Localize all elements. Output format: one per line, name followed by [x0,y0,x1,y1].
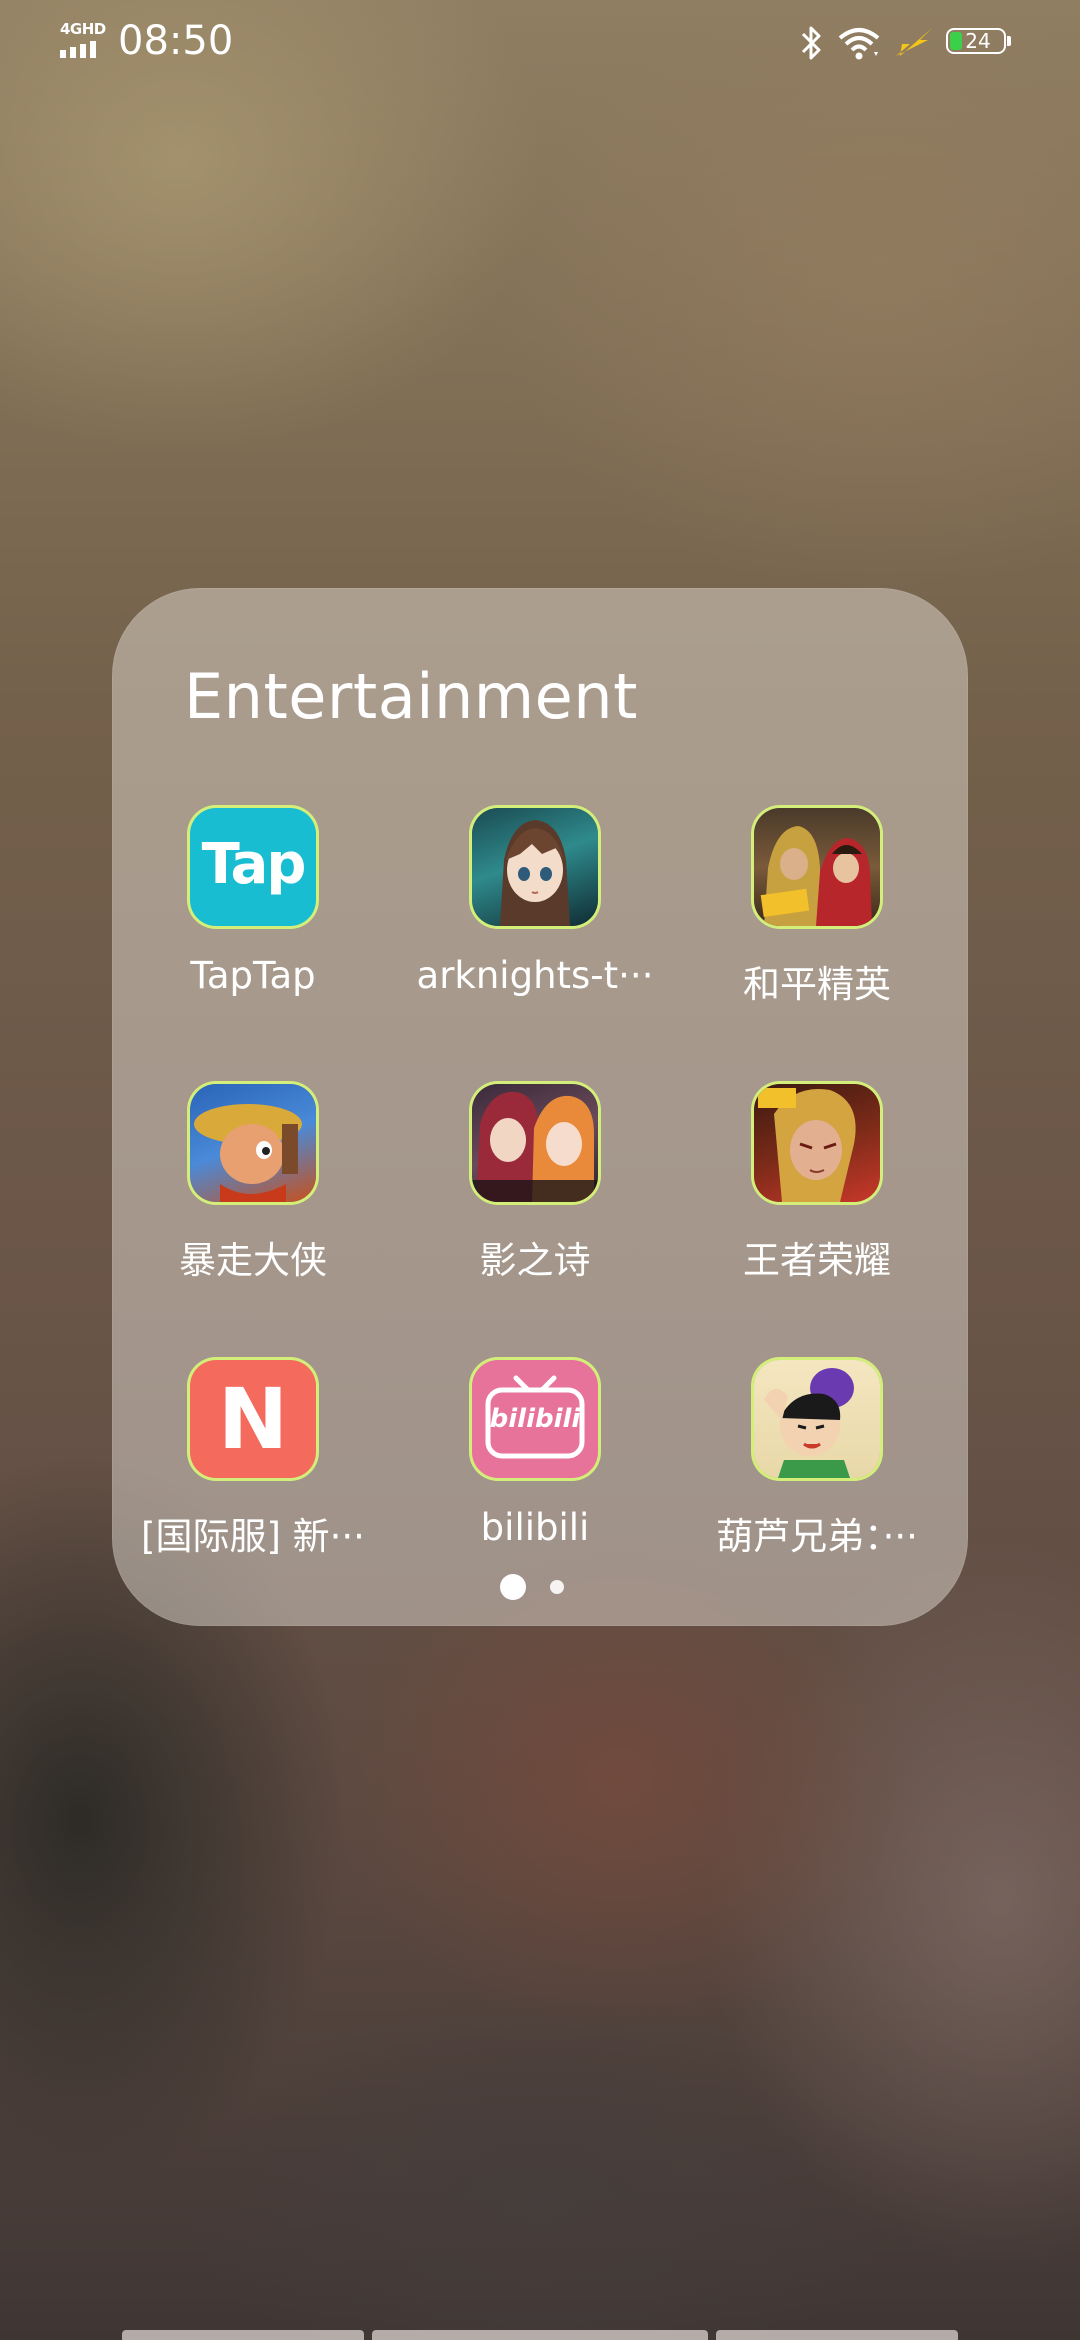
app-label: TapTap [190,954,316,997]
app-bilibili[interactable]: bilibili bilibili [394,1360,676,1580]
honor-of-kings-icon [754,1084,880,1202]
app-honor-of-kings[interactable]: 王者荣耀 [676,1084,958,1304]
folder-title[interactable]: Entertainment [184,660,638,733]
taptap-logo-text: Tap [201,832,307,897]
honor-of-kings-art [758,1088,856,1202]
app-baozou-daxia[interactable]: 暴走大侠 [112,1084,394,1304]
app-news-international[interactable]: N [国际服] 新··· [112,1360,394,1580]
battery-level: 24 [965,29,991,53]
calabash-brothers-icon [754,1360,880,1478]
shadowverse-art [472,1091,598,1202]
app-label: bilibili [480,1506,590,1549]
bluetooth-icon [801,26,821,60]
peace-elite-icon [754,808,880,926]
baozou-daxia-icon [190,1084,316,1202]
app-folder: Entertainment Tap TapTap arknights-t··· [112,588,968,1626]
dock-edge [372,2330,708,2340]
status-bar: 4GHD 08:50 24 [0,0,1080,84]
wifi-icon [838,28,880,60]
taptap-icon: Tap [190,808,316,926]
news-logo-text: N [217,1370,289,1468]
app-label: 和平精英 [743,963,891,1006]
app-label: 葫芦兄弟：··· [716,1515,918,1558]
page-dot[interactable] [550,1580,564,1594]
app-peace-elite[interactable]: 和平精英 [676,808,958,1028]
page-indicator [500,1572,580,1602]
app-label: arknights-t··· [416,954,654,997]
app-label: 暴走大侠 [179,1239,327,1282]
page-dot-active[interactable] [500,1574,526,1600]
app-shadowverse[interactable]: 影之诗 [394,1084,676,1304]
signal-icon [60,41,96,58]
network-type: 4GHD [60,20,106,38]
app-label: 王者荣耀 [743,1239,891,1282]
peace-elite-art [760,826,872,926]
shadowverse-icon [472,1084,598,1202]
app-label: 影之诗 [479,1239,591,1282]
power-saving-icon [896,28,932,56]
calabash-brothers-art [764,1368,854,1478]
app-label: [国际服] 新··· [141,1515,365,1558]
system-icons: 24 [800,22,1040,64]
arknights-art [500,820,570,926]
app-taptap[interactable]: Tap TapTap [112,808,394,1028]
bilibili-logo-text: bilibili [489,1404,581,1434]
app-calabash-brothers[interactable]: 葫芦兄弟：··· [676,1360,958,1580]
app-arknights[interactable]: arknights-t··· [394,808,676,1028]
dock-edge [716,2330,958,2340]
news-n-icon: N [190,1360,316,1478]
arknights-icon [472,808,598,926]
bilibili-icon: bilibili [472,1360,598,1478]
dock-edge [122,2330,364,2340]
baozou-daxia-art [194,1104,302,1202]
clock: 08:50 [118,18,234,64]
battery-icon: 24 [946,28,1011,56]
